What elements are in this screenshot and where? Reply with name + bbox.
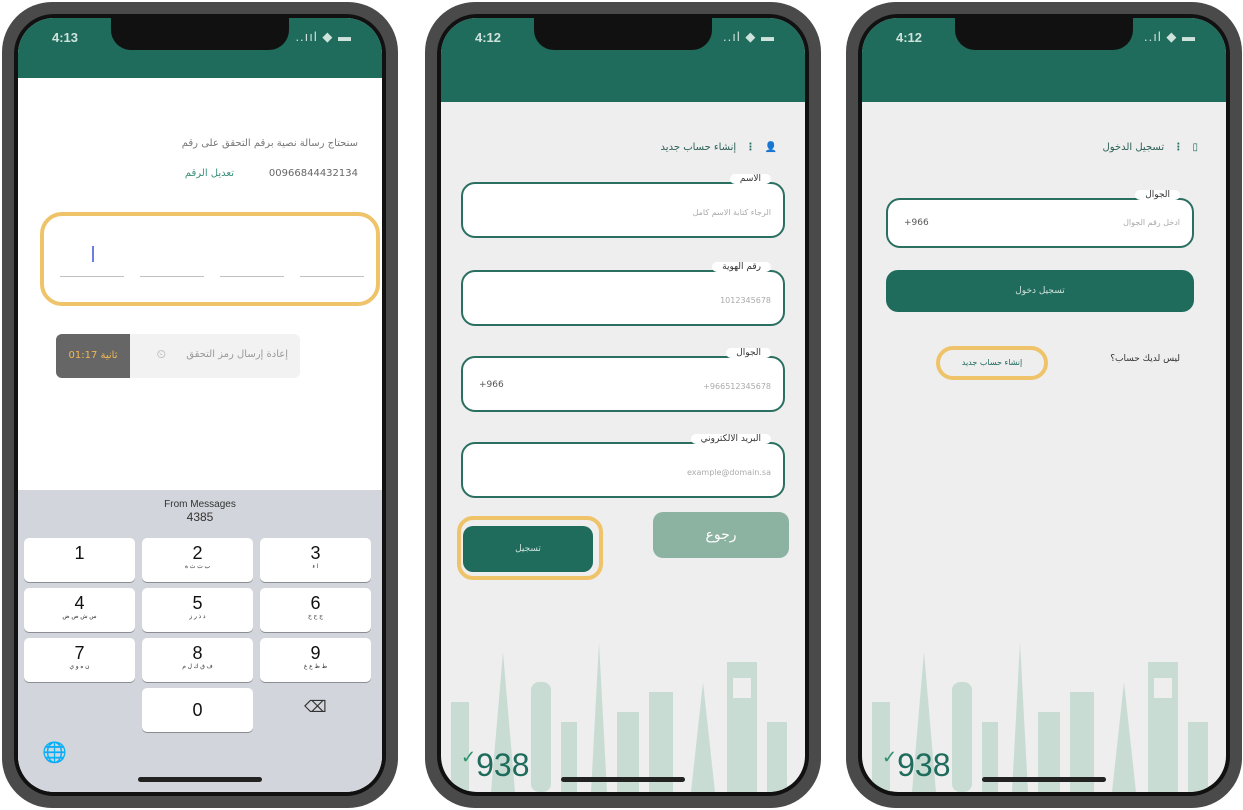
key-8[interactable]: 8ف ق ك ل م bbox=[142, 638, 253, 682]
phone-login-screen: 4:12 ..ıl ◆ ▬ تسجيل الدخول ⋮ ▯ الجوال +9… bbox=[846, 2, 1242, 808]
otp-phone-number: 00966844432134 bbox=[268, 168, 358, 179]
more-icon[interactable]: ⋮ bbox=[745, 142, 755, 153]
key-2[interactable]: 2ب ت ث ة bbox=[142, 538, 253, 582]
mobile-field[interactable]: الجوال +966 +966512345678 bbox=[461, 348, 785, 412]
notch bbox=[111, 18, 289, 50]
brand-mark-icon: ✓ bbox=[882, 747, 898, 767]
no-account-text: ليس لديك حساب؟ bbox=[1110, 354, 1180, 364]
otp-message: سنحتاج رسالة نصية برقم التحقق على رقم bbox=[181, 138, 358, 149]
notch bbox=[955, 18, 1133, 50]
resend-timer: 01:17 ثانية bbox=[56, 334, 130, 378]
page-title: تسجيل الدخول ⋮ ▯ bbox=[1102, 142, 1198, 153]
otp-screen: 4:13 ..ııl ◆ ▬ سنحتاج رسالة نصية برقم ال… bbox=[18, 18, 382, 792]
notch bbox=[534, 18, 712, 50]
otp-input-group[interactable] bbox=[40, 212, 380, 306]
login-title: تسجيل الدخول bbox=[1102, 142, 1165, 153]
register-button[interactable]: تسجيل bbox=[463, 526, 593, 572]
home-indicator bbox=[561, 777, 685, 782]
otp-digit-3[interactable] bbox=[220, 276, 284, 277]
email-placeholder: example@domain.sa bbox=[686, 468, 771, 477]
more-icon[interactable]: ⋮ bbox=[1173, 142, 1183, 153]
key-3[interactable]: 3ا ء bbox=[260, 538, 371, 582]
register-title: إنشاء حساب جديد bbox=[660, 142, 737, 153]
phone-register-screen: 4:12 ..ıl ◆ ▬ إنشاء حساب جديد ⋮ 👤 الاسم … bbox=[425, 2, 821, 808]
key-0[interactable]: 0 bbox=[142, 688, 253, 732]
mobile-label: الجوال bbox=[726, 348, 771, 358]
user-icon: 👤 bbox=[764, 142, 777, 153]
key-6[interactable]: 6ج ح خ bbox=[260, 588, 371, 632]
otp-cursor bbox=[92, 246, 94, 262]
otp-digit-2[interactable] bbox=[140, 276, 204, 277]
status-icons: ..ıl ◆ ▬ bbox=[1144, 29, 1196, 44]
phone-icon: ▯ bbox=[1192, 142, 1198, 153]
key-4[interactable]: 4س ش ص ض bbox=[24, 588, 135, 632]
backspace-icon[interactable]: ⌫ bbox=[304, 697, 327, 716]
status-icons: ..ıl ◆ ▬ bbox=[723, 29, 775, 44]
status-time: 4:12 bbox=[475, 30, 502, 45]
mobile-placeholder: +966512345678 bbox=[703, 382, 771, 391]
brand-logo: ✓938 bbox=[882, 747, 951, 783]
page-title: إنشاء حساب جديد ⋮ 👤 bbox=[661, 142, 777, 153]
status-time: 4:12 bbox=[896, 30, 923, 45]
home-indicator bbox=[138, 777, 262, 782]
id-number-label: رقم الهوية bbox=[712, 262, 771, 272]
register-screen: 4:12 ..ıl ◆ ▬ إنشاء حساب جديد ⋮ 👤 الاسم … bbox=[441, 18, 805, 792]
login-mobile-field[interactable]: الجوال +966 ادخل رقم الجوال bbox=[886, 190, 1194, 248]
brand-mark-icon: ✓ bbox=[461, 747, 477, 767]
mobile-prefix: +966 bbox=[479, 380, 504, 390]
status-icons: ..ııl ◆ ▬ bbox=[295, 29, 352, 44]
id-number-placeholder: 1012345678 bbox=[720, 296, 771, 305]
key-7[interactable]: 7ن ه و ي bbox=[24, 638, 135, 682]
otp-digit-1[interactable] bbox=[60, 276, 124, 277]
key-1[interactable]: 1 bbox=[24, 538, 135, 582]
suggestion-code: 4385 bbox=[186, 510, 214, 524]
key-5[interactable]: 5د ذ ر ز bbox=[142, 588, 253, 632]
email-label: البريد الالكتروني bbox=[690, 434, 771, 444]
email-field[interactable]: البريد الالكتروني example@domain.sa bbox=[461, 434, 785, 498]
login-mobile-placeholder: ادخل رقم الجوال bbox=[1123, 218, 1180, 227]
status-time: 4:13 bbox=[52, 30, 79, 45]
name-placeholder: الرجاء كتابة الاسم كامل bbox=[692, 208, 771, 217]
create-account-link[interactable]: إنشاء حساب جديد bbox=[936, 346, 1048, 380]
id-number-field[interactable]: رقم الهوية 1012345678 bbox=[461, 262, 785, 326]
resend-code-button[interactable]: 01:17 ثانية ⏲ إعادة إرسال رمز التحقق bbox=[56, 334, 300, 378]
globe-icon[interactable]: 🌐 bbox=[42, 740, 67, 764]
keyboard-code-suggestion[interactable]: From Messages 4385 bbox=[18, 498, 382, 524]
numeric-keyboard: From Messages 4385 1 2ب ت ث ة 3ا ء 4س ش … bbox=[18, 490, 382, 792]
name-field[interactable]: الاسم الرجاء كتابة الاسم كامل bbox=[461, 174, 785, 238]
otp-digit-4[interactable] bbox=[300, 276, 364, 277]
clock-icon: ⏲ bbox=[156, 347, 166, 361]
key-9[interactable]: 9ط ظ ع غ bbox=[260, 638, 371, 682]
phone-otp-screen: 4:13 ..ııl ◆ ▬ سنحتاج رسالة نصية برقم ال… bbox=[2, 2, 398, 808]
edit-number-link[interactable]: تعديل الرقم bbox=[185, 168, 234, 179]
login-screen: 4:12 ..ıl ◆ ▬ تسجيل الدخول ⋮ ▯ الجوال +9… bbox=[862, 18, 1226, 792]
login-button[interactable]: تسجيل دخول bbox=[886, 270, 1194, 312]
back-button[interactable]: رجوع bbox=[653, 512, 789, 558]
brand-logo: ✓938 bbox=[461, 747, 530, 783]
home-indicator bbox=[982, 777, 1106, 782]
login-mobile-label: الجوال bbox=[1135, 190, 1180, 200]
login-mobile-prefix: +966 bbox=[904, 218, 929, 228]
name-label: الاسم bbox=[729, 174, 771, 184]
resend-label: إعادة إرسال رمز التحقق bbox=[186, 349, 288, 360]
